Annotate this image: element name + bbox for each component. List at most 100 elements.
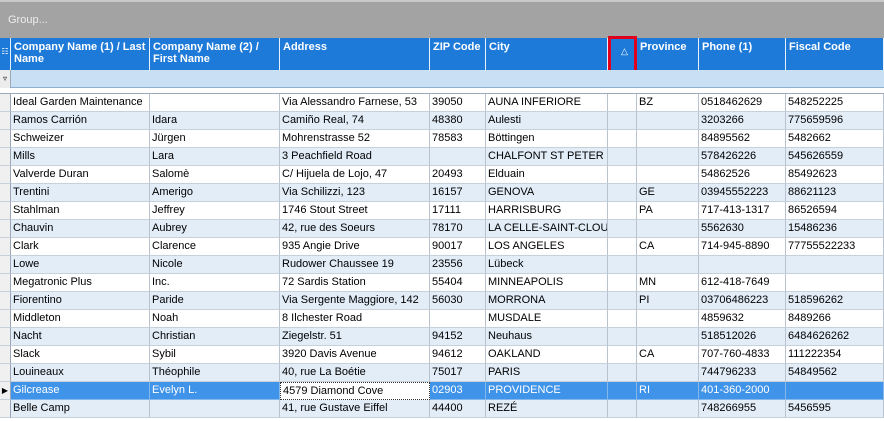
table-cell-phone[interactable]: 4859632 bbox=[699, 310, 786, 328]
table-cell-phone[interactable]: 0518462629 bbox=[699, 94, 786, 112]
row-selector[interactable] bbox=[0, 112, 11, 130]
table-cell-zip[interactable]: 90017 bbox=[430, 238, 486, 256]
table-cell-city[interactable]: MINNEAPOLIS bbox=[486, 274, 608, 292]
table-cell-fiscal[interactable]: 15486236 bbox=[786, 220, 884, 238]
row-selector[interactable] bbox=[0, 130, 11, 148]
column-header-address[interactable]: Address bbox=[280, 38, 430, 70]
table-cell-address[interactable]: Via Schilizzi, 123 bbox=[280, 184, 430, 202]
table-cell-company[interactable]: Trentini bbox=[11, 184, 150, 202]
table-cell-company[interactable]: Lowe bbox=[11, 256, 150, 274]
grid-menu-icon[interactable]: ☷ bbox=[0, 38, 11, 70]
table-cell-province[interactable]: CA bbox=[637, 346, 699, 364]
table-cell-first[interactable]: Idara bbox=[150, 112, 280, 130]
table-cell-province[interactable] bbox=[637, 400, 699, 418]
table-cell-company[interactable]: Ideal Garden Maintenance bbox=[11, 94, 150, 112]
column-header-city[interactable]: City bbox=[486, 38, 608, 70]
table-cell-first[interactable]: Noah bbox=[150, 310, 280, 328]
table-cell-phone[interactable]: 518512026 bbox=[699, 328, 786, 346]
table-row[interactable]: Stahlman Jeffrey 1746 Stout Street 17111 HAR… bbox=[0, 202, 884, 220]
table-cell-phone[interactable]: 3203266 bbox=[699, 112, 786, 130]
table-cell-first[interactable]: Christian bbox=[150, 328, 280, 346]
table-cell-zip[interactable]: 94152 bbox=[430, 328, 486, 346]
table-cell-zip[interactable] bbox=[430, 310, 486, 328]
table-cell-company[interactable]: Chauvin bbox=[11, 220, 150, 238]
table-cell-company[interactable]: Gilcrease bbox=[11, 382, 150, 400]
table-cell-zip[interactable]: 78583 bbox=[430, 130, 486, 148]
table-cell-company[interactable]: Valverde Duran bbox=[11, 166, 150, 184]
table-cell-province[interactable] bbox=[637, 112, 699, 130]
table-cell-phone[interactable]: 5562630 bbox=[699, 220, 786, 238]
table-cell-zip[interactable]: 78170 bbox=[430, 220, 486, 238]
table-cell-first[interactable]: Jürgen bbox=[150, 130, 280, 148]
table-row[interactable]: Belle Camp 41, rue Gustave Eiffel 44400 REZ… bbox=[0, 400, 884, 418]
table-row[interactable]: Clark Clarence 935 Angie Drive 90017 LOS ANG… bbox=[0, 238, 884, 256]
table-cell-zip[interactable]: 75017 bbox=[430, 364, 486, 382]
table-cell-address[interactable]: 8 Ilchester Road bbox=[280, 310, 430, 328]
table-cell-address[interactable]: 42, rue des Soeurs bbox=[280, 220, 430, 238]
table-cell-address[interactable]: 935 Angie Drive bbox=[280, 238, 430, 256]
table-cell-address[interactable]: 40, rue La Boétie bbox=[280, 364, 430, 382]
column-header-company[interactable]: Company Name (1) / Last Name bbox=[11, 38, 150, 70]
table-cell-fiscal[interactable]: 545626559 bbox=[786, 148, 884, 166]
table-cell-phone[interactable]: 03945552223 bbox=[699, 184, 786, 202]
table-cell-fiscal[interactable] bbox=[786, 382, 884, 400]
table-cell-province[interactable]: CA bbox=[637, 238, 699, 256]
table-row[interactable]: Schweizer Jürgen Mohrenstrasse 52 78583 Bött… bbox=[0, 130, 884, 148]
table-cell-city[interactable]: CHALFONT ST PETER bbox=[486, 148, 608, 166]
table-cell-city[interactable]: REZÉ bbox=[486, 400, 608, 418]
row-selector[interactable] bbox=[0, 346, 11, 364]
table-cell-address[interactable]: 3 Peachfield Road bbox=[280, 148, 430, 166]
column-header-phone[interactable]: Phone (1) bbox=[699, 38, 786, 70]
table-cell-city[interactable]: MUSDALE bbox=[486, 310, 608, 328]
table-cell-first[interactable] bbox=[150, 400, 280, 418]
table-cell-address[interactable]: 72 Sardis Station bbox=[280, 274, 430, 292]
table-cell-address[interactable]: Ziegelstr. 51 bbox=[280, 328, 430, 346]
column-header-province[interactable]: Province bbox=[637, 38, 699, 70]
table-cell-zip[interactable]: 17111 bbox=[430, 202, 486, 220]
table-cell-fiscal[interactable]: 548252225 bbox=[786, 94, 884, 112]
row-selector[interactable] bbox=[0, 148, 11, 166]
table-cell-fiscal[interactable]: 518596262 bbox=[786, 292, 884, 310]
table-cell-province[interactable] bbox=[637, 166, 699, 184]
table-cell-phone[interactable]: 707-760-4833 bbox=[699, 346, 786, 364]
table-cell-phone[interactable]: 717-413-1317 bbox=[699, 202, 786, 220]
row-selector[interactable] bbox=[0, 274, 11, 292]
table-cell-phone[interactable]: 401-360-2000 bbox=[699, 382, 786, 400]
table-cell-fiscal[interactable]: 86526594 bbox=[786, 202, 884, 220]
table-cell-first[interactable]: Théophile bbox=[150, 364, 280, 382]
table-cell-province[interactable] bbox=[637, 148, 699, 166]
table-cell-first[interactable]: Aubrey bbox=[150, 220, 280, 238]
table-row[interactable]: Louineaux Théophile 40, rue La Boétie 75017… bbox=[0, 364, 884, 382]
table-cell-fiscal[interactable] bbox=[786, 274, 884, 292]
table-cell-fiscal[interactable]: 5482662 bbox=[786, 130, 884, 148]
table-cell-city[interactable]: Aulesti bbox=[486, 112, 608, 130]
table-cell-company[interactable]: Clark bbox=[11, 238, 150, 256]
table-cell-address[interactable]: Via Alessandro Farnese, 53 bbox=[280, 94, 430, 112]
table-cell-fiscal[interactable]: 88621123 bbox=[786, 184, 884, 202]
table-cell-address[interactable]: Camiño Real, 74 bbox=[280, 112, 430, 130]
table-row[interactable]: Ramos Carrión Idara Camiño Real, 74 48380 Au… bbox=[0, 112, 884, 130]
table-cell-zip[interactable]: 23556 bbox=[430, 256, 486, 274]
table-cell-fiscal[interactable]: 5456595 bbox=[786, 400, 884, 418]
row-selector[interactable] bbox=[0, 310, 11, 328]
table-row[interactable]: Valverde Duran Salomè C/ Hijuela de Lojo, … bbox=[0, 166, 884, 184]
table-cell-first[interactable]: Inc. bbox=[150, 274, 280, 292]
table-cell-city[interactable]: HARRISBURG bbox=[486, 202, 608, 220]
table-cell-address[interactable]: 4579 Diamond Cove bbox=[280, 382, 430, 400]
table-cell-city[interactable]: PARIS bbox=[486, 364, 608, 382]
table-cell-company[interactable]: Slack bbox=[11, 346, 150, 364]
table-cell-city[interactable]: GENOVA bbox=[486, 184, 608, 202]
table-cell-fiscal[interactable]: 775659596 bbox=[786, 112, 884, 130]
row-selector[interactable] bbox=[0, 94, 11, 112]
table-cell-city[interactable]: Neuhaus bbox=[486, 328, 608, 346]
table-cell-phone[interactable]: 54862526 bbox=[699, 166, 786, 184]
table-cell-company[interactable]: Belle Camp bbox=[11, 400, 150, 418]
table-cell-zip[interactable] bbox=[430, 148, 486, 166]
table-cell-city[interactable]: OAKLAND bbox=[486, 346, 608, 364]
table-row[interactable]: ▶ Gilcrease Evelyn L. 4579 Diamond Cove 0290… bbox=[0, 382, 884, 400]
table-cell-phone[interactable]: 748266955 bbox=[699, 400, 786, 418]
table-row[interactable]: Mills Lara 3 Peachfield Road CHALFONT ST PE… bbox=[0, 148, 884, 166]
table-cell-city[interactable]: PROVIDENCE bbox=[486, 382, 608, 400]
table-cell-city[interactable]: Elduain bbox=[486, 166, 608, 184]
table-cell-first[interactable]: Amerigo bbox=[150, 184, 280, 202]
